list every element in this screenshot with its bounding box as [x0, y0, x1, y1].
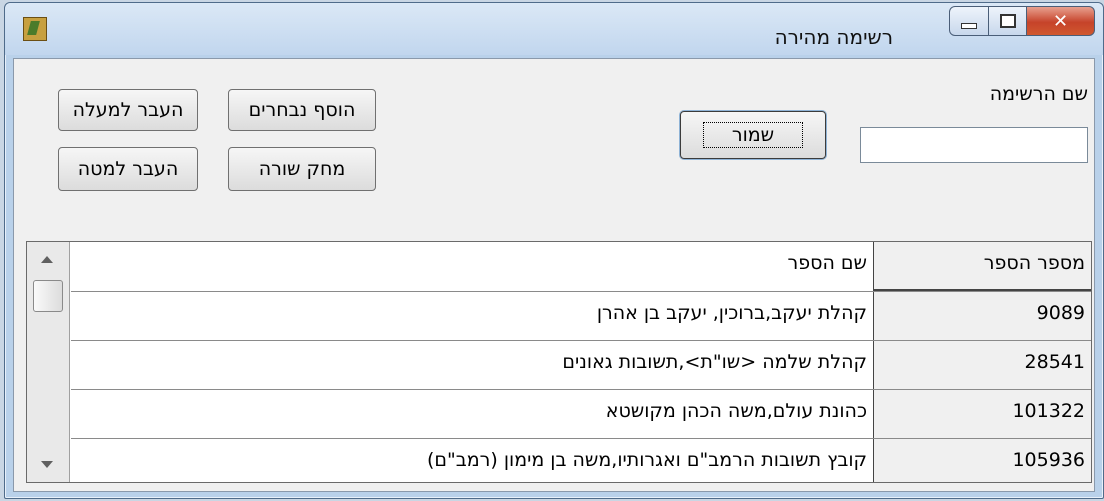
minimize-button[interactable]	[949, 6, 989, 36]
save-button[interactable]: שמור	[680, 111, 826, 159]
maximize-icon	[999, 14, 1016, 28]
table-row[interactable]: 28541 קהלת שלמה <שו"ת>,תשובות גאונים	[71, 341, 1091, 390]
app-book-icon[interactable]	[23, 17, 47, 41]
quick-list-window: רשימה מהירה ✕ שם הרשימה שמור הוסף נבחרים…	[4, 2, 1104, 499]
table-header-row: מספר הספר שם הספר	[71, 242, 1091, 292]
list-name-input[interactable]	[860, 127, 1088, 163]
delete-row-button[interactable]: מחק שורה	[228, 147, 376, 191]
book-number-cell[interactable]: 101322	[873, 390, 1091, 438]
save-button-label: שמור	[702, 122, 804, 148]
table-body: מספר הספר שם הספר 9089 קהלת יעקב,ברוכין,…	[71, 242, 1091, 482]
maximize-button[interactable]	[989, 6, 1027, 36]
table-row[interactable]: 105936 קובץ תשובות הרמב"ם ואגרותיו,משה ב…	[71, 439, 1091, 482]
client-area: שם הרשימה שמור הוסף נבחרים העבר למעלה מח…	[13, 58, 1095, 492]
scroll-up-icon[interactable]	[41, 256, 53, 263]
close-button[interactable]: ✕	[1027, 6, 1095, 36]
list-name-label: שם הרשימה	[989, 83, 1088, 105]
move-down-button[interactable]: העבר למטה	[58, 147, 198, 191]
table-row[interactable]: 101322 כהונת עולם,משה הכהן מקושטא	[71, 390, 1091, 439]
book-name-cell[interactable]: קהלת שלמה <שו"ת>,תשובות גאונים	[71, 341, 873, 389]
table-row[interactable]: 9089 קהלת יעקב,ברוכין, יעקב בן אהרן	[71, 292, 1091, 341]
book-name-cell[interactable]: קהלת יעקב,ברוכין, יעקב בן אהרן	[71, 292, 873, 340]
column-header-book-name[interactable]: שם הספר	[71, 242, 873, 291]
book-name-cell[interactable]: קובץ תשובות הרמב"ם ואגרותיו,משה בן מימון…	[71, 439, 873, 482]
move-up-button[interactable]: העבר למעלה	[58, 89, 198, 131]
scroll-thumb[interactable]	[33, 280, 63, 312]
book-number-cell[interactable]: 105936	[873, 439, 1091, 482]
title-bar[interactable]: רשימה מהירה ✕	[5, 3, 1103, 55]
caption-buttons: ✕	[949, 6, 1095, 36]
vertical-scrollbar[interactable]	[27, 242, 70, 482]
add-selected-button[interactable]: הוסף נבחרים	[228, 89, 376, 131]
book-name-cell[interactable]: כהונת עולם,משה הכהן מקושטא	[71, 390, 873, 438]
minimize-icon	[961, 23, 977, 29]
window-title: רשימה מהירה	[774, 25, 893, 49]
books-table: מספר הספר שם הספר 9089 קהלת יעקב,ברוכין,…	[26, 241, 1092, 483]
book-number-cell[interactable]: 28541	[873, 341, 1091, 389]
book-number-cell[interactable]: 9089	[873, 292, 1091, 340]
close-icon: ✕	[1052, 10, 1069, 32]
scroll-down-icon[interactable]	[41, 461, 53, 468]
column-header-book-number[interactable]: מספר הספר	[873, 242, 1091, 291]
